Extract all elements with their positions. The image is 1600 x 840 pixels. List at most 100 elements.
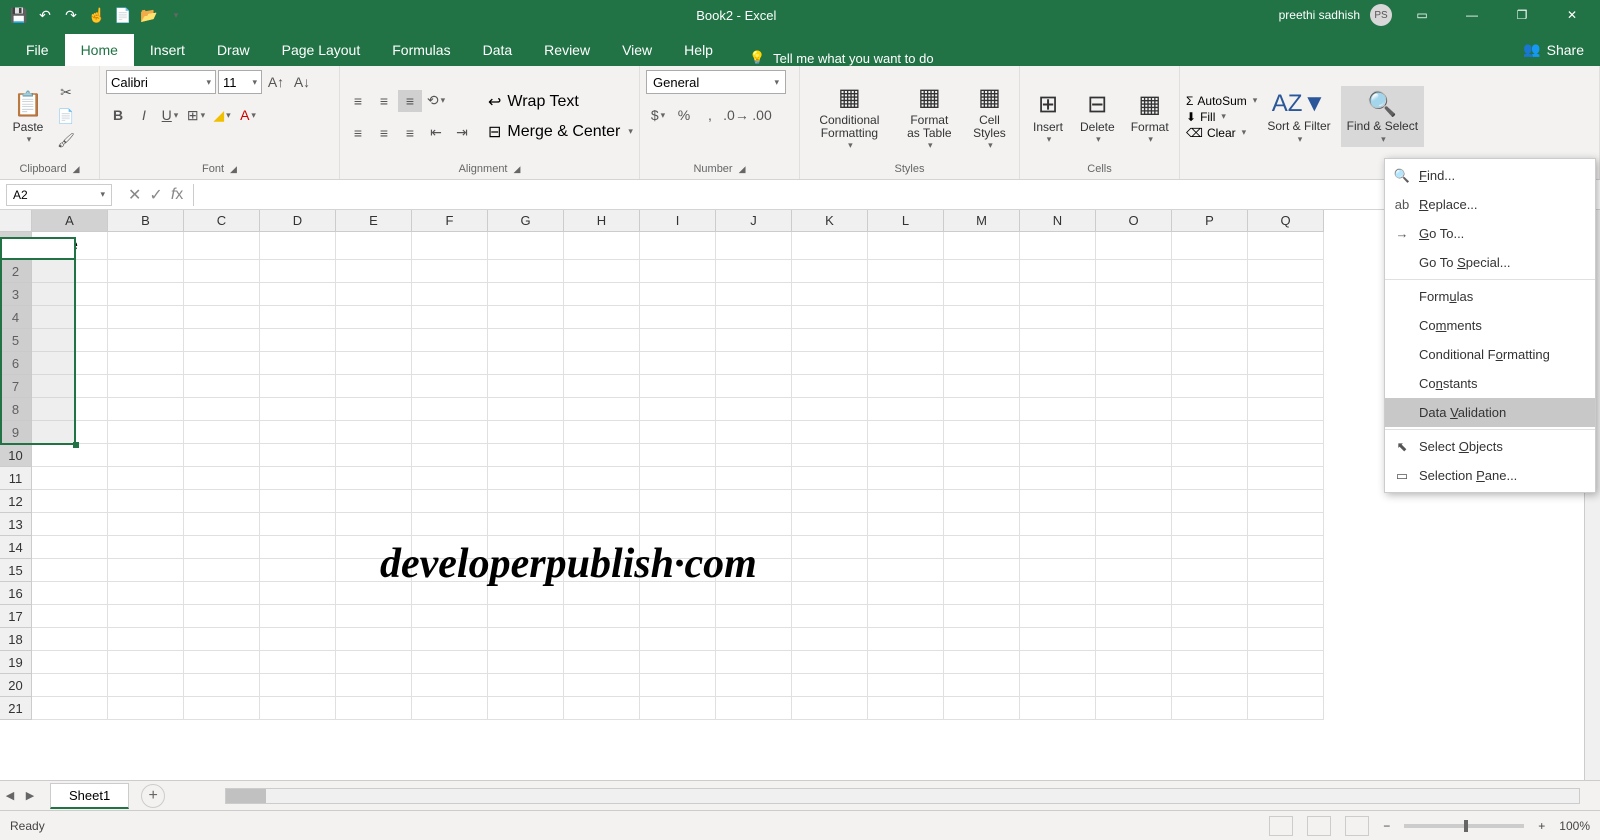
cell[interactable] — [1020, 375, 1096, 398]
cell[interactable] — [1172, 559, 1248, 582]
number-launcher-icon[interactable]: ◢ — [739, 164, 746, 175]
cell[interactable] — [1020, 559, 1096, 582]
cell[interactable] — [108, 283, 184, 306]
undo-icon[interactable]: ↶ — [34, 4, 56, 26]
user-avatar[interactable]: PS — [1370, 4, 1392, 26]
cell[interactable] — [640, 306, 716, 329]
cell[interactable] — [488, 421, 564, 444]
normal-view-icon[interactable] — [1269, 816, 1293, 836]
row-header[interactable]: 11 — [0, 467, 32, 490]
cell[interactable] — [792, 513, 868, 536]
cell[interactable] — [488, 628, 564, 651]
increase-indent-icon[interactable]: ⇥ — [450, 122, 474, 144]
cell[interactable] — [944, 513, 1020, 536]
cell[interactable] — [412, 651, 488, 674]
horizontal-scrollbar[interactable] — [225, 788, 1580, 804]
cell[interactable] — [868, 628, 944, 651]
cell[interactable] — [32, 329, 108, 352]
cell[interactable] — [184, 306, 260, 329]
row-header[interactable]: 10 — [0, 444, 32, 467]
cell[interactable] — [260, 628, 336, 651]
cell[interactable] — [184, 232, 260, 260]
insert-cells-button[interactable]: ⊞Insert▾ — [1026, 86, 1070, 147]
font-name-select[interactable]: Calibri▾ — [106, 70, 216, 94]
cell[interactable] — [944, 232, 1020, 260]
cell[interactable] — [1096, 490, 1172, 513]
sheet-nav-next-icon[interactable]: ▶ — [20, 789, 40, 802]
cell[interactable] — [108, 559, 184, 582]
cell[interactable]: Value — [32, 232, 108, 260]
cell[interactable] — [868, 375, 944, 398]
cell[interactable] — [868, 651, 944, 674]
cell[interactable] — [716, 674, 792, 697]
cell[interactable] — [868, 329, 944, 352]
increase-decimal-icon[interactable]: .0→ — [724, 104, 748, 126]
cell[interactable] — [1096, 444, 1172, 467]
orientation-icon[interactable]: ⟲▾ — [424, 90, 448, 112]
align-center-icon[interactable]: ≡ — [372, 122, 396, 144]
cell[interactable] — [868, 306, 944, 329]
cell[interactable] — [1248, 559, 1324, 582]
cell[interactable] — [260, 697, 336, 720]
tab-help[interactable]: Help — [668, 34, 729, 66]
cell[interactable] — [564, 490, 640, 513]
cell[interactable] — [412, 674, 488, 697]
align-right-icon[interactable]: ≡ — [398, 122, 422, 144]
cell[interactable] — [336, 260, 412, 283]
cell[interactable] — [868, 232, 944, 260]
cell[interactable] — [184, 605, 260, 628]
cell[interactable] — [564, 421, 640, 444]
cell[interactable] — [792, 260, 868, 283]
cell[interactable] — [488, 232, 564, 260]
cell[interactable] — [792, 352, 868, 375]
clipboard-launcher-icon[interactable]: ◢ — [73, 164, 80, 175]
cell[interactable] — [640, 375, 716, 398]
cell[interactable] — [1096, 421, 1172, 444]
cell[interactable] — [1172, 232, 1248, 260]
tab-file[interactable]: File — [10, 34, 65, 66]
bold-button[interactable]: B — [106, 104, 130, 126]
cell[interactable] — [1096, 628, 1172, 651]
align-bottom-icon[interactable]: ≡ — [398, 90, 422, 112]
column-header[interactable]: M — [944, 210, 1020, 232]
cell[interactable] — [1248, 306, 1324, 329]
cell[interactable] — [32, 582, 108, 605]
cell[interactable] — [108, 513, 184, 536]
row-header[interactable]: 4 — [0, 306, 32, 329]
cell[interactable] — [716, 232, 792, 260]
cell[interactable] — [108, 628, 184, 651]
menu-item[interactable]: Conditional Formatting — [1385, 340, 1595, 369]
menu-item[interactable]: Data Validation — [1385, 398, 1595, 427]
cell[interactable] — [108, 490, 184, 513]
cell[interactable] — [260, 232, 336, 260]
row-header[interactable]: 3 — [0, 283, 32, 306]
cell[interactable] — [564, 306, 640, 329]
column-header[interactable]: E — [336, 210, 412, 232]
cell[interactable] — [488, 352, 564, 375]
cell[interactable] — [868, 559, 944, 582]
align-top-icon[interactable]: ≡ — [346, 90, 370, 112]
cell[interactable] — [260, 352, 336, 375]
cell[interactable] — [1248, 283, 1324, 306]
cell[interactable] — [184, 628, 260, 651]
cell[interactable] — [1248, 398, 1324, 421]
cell[interactable] — [260, 490, 336, 513]
cell[interactable] — [184, 444, 260, 467]
cell[interactable] — [1172, 605, 1248, 628]
cell[interactable] — [944, 398, 1020, 421]
cell[interactable] — [792, 444, 868, 467]
row-header[interactable]: 8 — [0, 398, 32, 421]
cell[interactable] — [792, 628, 868, 651]
cell[interactable] — [792, 375, 868, 398]
cell[interactable] — [1020, 513, 1096, 536]
cell[interactable] — [260, 651, 336, 674]
cell[interactable] — [108, 582, 184, 605]
format-as-table-button[interactable]: ▦Format as Table▾ — [897, 80, 962, 153]
font-launcher-icon[interactable]: ◢ — [230, 164, 237, 175]
menu-item[interactable]: Constants — [1385, 369, 1595, 398]
cell[interactable] — [336, 490, 412, 513]
cell[interactable] — [640, 283, 716, 306]
percent-icon[interactable]: % — [672, 104, 696, 126]
cell[interactable] — [184, 651, 260, 674]
cell[interactable] — [32, 260, 108, 283]
